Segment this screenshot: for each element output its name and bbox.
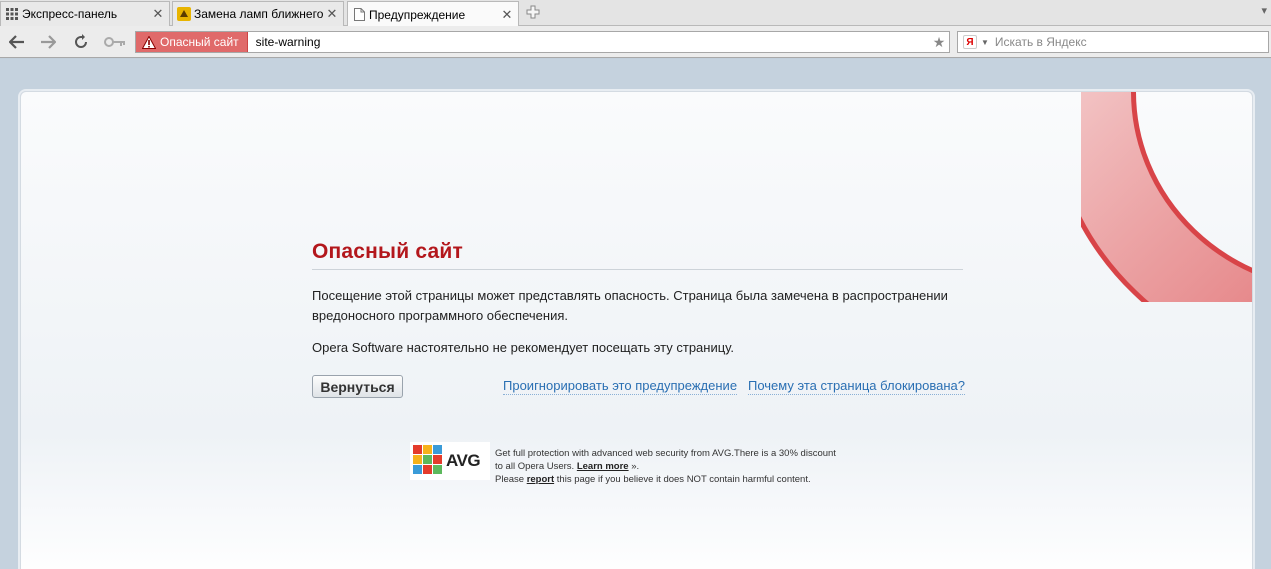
recommendation-text: Opera Software настоятельно не рекоменду… xyxy=(312,340,734,355)
avg-line-2: to all Opera Users. Learn more ». xyxy=(495,460,890,473)
chevron-down-icon[interactable]: ▾ xyxy=(1261,4,1267,17)
key-button[interactable] xyxy=(102,32,128,52)
reload-icon xyxy=(75,34,87,48)
avg-promo: AVG Get full protection with advanced we… xyxy=(410,442,890,485)
report-link[interactable]: report xyxy=(527,474,554,485)
url-text[interactable]: site-warning xyxy=(248,35,929,49)
search-field[interactable]: Я ▼ xyxy=(957,31,1269,53)
tab-warning[interactable]: Предупреждение ✕ xyxy=(347,1,519,27)
tab-label: Замена ламп ближнего ... xyxy=(194,7,325,21)
tab-lamps[interactable]: Замена ламп ближнего ... ✕ xyxy=(172,1,344,26)
avg-line-3-text: Please xyxy=(495,474,527,485)
chevron-down-icon[interactable]: ▼ xyxy=(981,38,989,47)
page-content: Опасный сайт Посещение этой страницы мож… xyxy=(0,59,1271,569)
search-input[interactable] xyxy=(994,35,1265,49)
why-blocked-link[interactable]: Почему эта страница блокирована? xyxy=(748,378,965,395)
close-icon[interactable]: ✕ xyxy=(500,7,514,23)
tab-label: Предупреждение xyxy=(369,7,466,22)
danger-site-badge[interactable]: Опасный сайт xyxy=(136,32,248,52)
close-icon[interactable]: ✕ xyxy=(325,6,339,22)
warning-message: Посещение этой страницы может представля… xyxy=(312,288,948,323)
key-icon xyxy=(104,37,125,47)
tab-bar: Экспресс-панель ✕ Замена ламп ближнего .… xyxy=(0,0,1271,27)
plus-icon xyxy=(526,5,540,19)
site-favicon-icon xyxy=(177,7,191,21)
reload-button[interactable] xyxy=(70,32,92,52)
address-toolbar: Опасный сайт site-warning ★ Я ▼ xyxy=(0,26,1271,58)
star-icon[interactable]: ★ xyxy=(929,34,949,51)
grid-icon xyxy=(5,7,19,21)
avg-logo[interactable]: AVG xyxy=(410,442,490,480)
warning-icon xyxy=(142,35,156,49)
new-tab-button[interactable] xyxy=(524,3,542,21)
avg-line-3: Please report this page if you believe i… xyxy=(495,473,890,486)
opera-logo-icon xyxy=(1081,92,1252,302)
avg-logo-icon xyxy=(413,445,442,474)
learn-more-link[interactable]: Learn more xyxy=(577,461,629,472)
forward-button[interactable] xyxy=(37,32,59,52)
close-icon[interactable]: ✕ xyxy=(151,6,165,22)
avg-wordmark: AVG xyxy=(446,451,481,470)
arrow-left-icon xyxy=(9,35,24,49)
avg-line-3-tail: this page if you believe it does NOT con… xyxy=(554,474,811,485)
warning-panel: Опасный сайт Посещение этой страницы мож… xyxy=(20,91,1253,569)
yandex-icon[interactable]: Я xyxy=(963,35,977,49)
tab-speed-dial[interactable]: Экспресс-панель ✕ xyxy=(0,1,170,26)
back-button[interactable] xyxy=(6,32,28,52)
avg-promo-text: Get full protection with advanced web se… xyxy=(495,447,890,486)
ignore-warning-link[interactable]: Проигнорировать это предупреждение xyxy=(503,378,738,395)
avg-line-2-tail: ». xyxy=(628,461,640,472)
page-title: Опасный сайт xyxy=(312,240,963,270)
tab-label: Экспресс-панель xyxy=(22,7,118,21)
back-to-safety-button[interactable]: Вернуться xyxy=(312,375,403,398)
page-icon xyxy=(352,8,366,22)
url-field[interactable]: Опасный сайт site-warning ★ xyxy=(135,31,950,53)
arrow-right-icon xyxy=(41,35,56,49)
warning-block: Опасный сайт Посещение этой страницы мож… xyxy=(312,240,965,399)
avg-line-2-text: to all Opera Users. xyxy=(495,461,577,472)
danger-site-label: Опасный сайт xyxy=(160,35,239,49)
avg-line-1: Get full protection with advanced web se… xyxy=(495,448,836,459)
actions-row: Вернуться Проигнорировать это предупрежд… xyxy=(312,375,965,399)
